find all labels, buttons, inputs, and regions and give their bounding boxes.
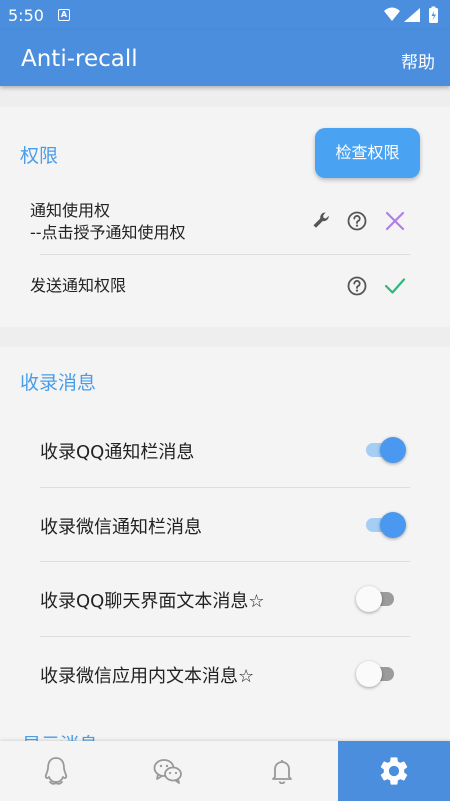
collect-qq-notification-label: 收录QQ通知栏消息: [40, 442, 195, 463]
nav-item-wechat[interactable]: [112, 741, 224, 801]
signal-icon: [404, 8, 420, 22]
status-time: 5:50: [8, 6, 44, 25]
wifi-icon: [384, 7, 400, 21]
collect-qq-notification-toggle[interactable]: [364, 437, 406, 463]
status-bar: 5:50 A: [0, 0, 450, 30]
collect-wechat-in-app-text-toggle[interactable]: [356, 661, 398, 687]
divider: [40, 561, 410, 562]
collect-wechat-notification-label: 收录微信通知栏消息: [40, 517, 202, 538]
collect-qq-chat-text-label: 收录QQ聊天界面文本消息☆: [40, 591, 265, 612]
toggle-thumb: [356, 661, 382, 687]
wechat-icon: [153, 759, 182, 784]
nav-item-settings[interactable]: [338, 741, 450, 801]
help-button[interactable]: 帮助: [401, 48, 435, 73]
section-title-collect: 收录消息: [20, 372, 97, 394]
bottom-nav: [0, 741, 450, 801]
toggle-thumb: [380, 437, 406, 463]
divider: [40, 636, 410, 637]
bell-icon: [272, 760, 292, 784]
cross-icon: [385, 211, 405, 235]
divider: [40, 254, 410, 255]
toggle-thumb: [380, 512, 406, 538]
gear-icon: [380, 757, 408, 785]
wrench-icon[interactable]: [312, 211, 332, 235]
perm-item-notification-access[interactable]: 通知使用权 --点击授予通知使用权: [30, 200, 186, 244]
permissions-card: 权限 检查权限 通知使用权 --点击授予通知使用权 发送通知权限: [0, 107, 450, 327]
system-icons: [382, 6, 444, 28]
check-icon: [384, 277, 406, 299]
collect-wechat-notification-toggle[interactable]: [364, 512, 406, 538]
nav-item-notifications[interactable]: [226, 741, 338, 801]
perm-item-send-notification[interactable]: 发送通知权限: [30, 275, 126, 297]
help-icon[interactable]: [347, 211, 367, 235]
collect-qq-chat-text-toggle[interactable]: [356, 586, 398, 612]
perm-item-label: 发送通知权限: [30, 276, 127, 295]
collect-messages-card: 收录消息 收录QQ通知栏消息 收录微信通知栏消息 收录QQ聊天界面文本消息☆ 收…: [0, 347, 450, 741]
help-icon[interactable]: [347, 276, 367, 300]
toggle-thumb: [356, 586, 382, 612]
perm-item-sublabel: --点击授予通知使用权: [30, 223, 186, 242]
divider: [40, 487, 410, 488]
notification-icon: A: [58, 9, 70, 21]
nav-item-qq[interactable]: [0, 741, 112, 801]
app-title: Anti-recall: [21, 46, 138, 72]
collect-wechat-in-app-text-label: 收录微信应用内文本消息☆: [40, 666, 255, 687]
battery-icon: [429, 6, 438, 23]
qq-icon: [44, 757, 68, 785]
check-permissions-button[interactable]: 检查权限: [315, 128, 420, 178]
section-title-permissions: 权限: [20, 145, 59, 167]
app-bar: Anti-recall 帮助: [0, 30, 450, 86]
perm-item-label: 通知使用权: [30, 201, 111, 220]
